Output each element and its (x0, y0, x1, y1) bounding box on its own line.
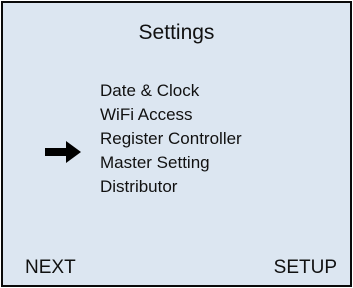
menu-item-master-setting[interactable]: Master Setting (100, 151, 242, 175)
screen-title: Settings (138, 21, 215, 44)
menu-item-date-clock[interactable]: Date & Clock (100, 79, 242, 103)
menu-item-distributor[interactable]: Distributor (100, 175, 242, 199)
menu-item-wifi-access[interactable]: WiFi Access (100, 103, 242, 127)
setup-softkey[interactable]: SETUP (274, 256, 337, 280)
settings-screen: Settings Date & Clock WiFi Access Regist… (1, 1, 352, 287)
menu-item-register-controller[interactable]: Register Controller (100, 127, 242, 151)
arrow-right-icon (45, 141, 81, 163)
next-softkey[interactable]: NEXT (25, 256, 76, 280)
settings-menu: Date & Clock WiFi Access Register Contro… (100, 79, 242, 199)
